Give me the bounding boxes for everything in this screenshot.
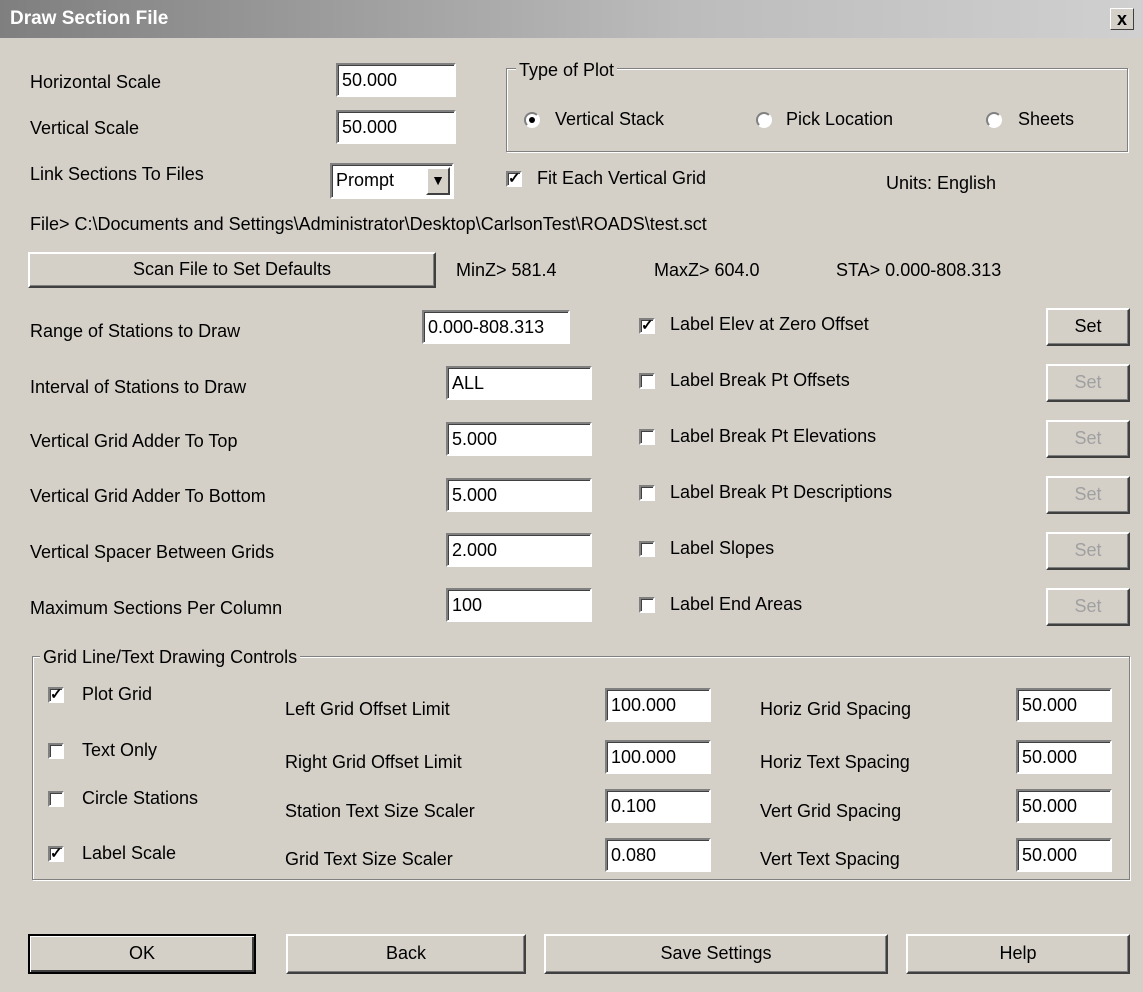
label-scale-label: Label Scale: [82, 843, 177, 863]
close-icon[interactable]: x: [1110, 8, 1134, 30]
pick-location-label: Pick Location: [786, 109, 894, 129]
set-break-offsets-button[interactable]: Set: [1046, 364, 1130, 402]
fit-grid-label: Fit Each Vertical Grid: [537, 168, 707, 188]
max-sections-input[interactable]: 100: [446, 588, 592, 622]
radio-dot-icon: [529, 117, 535, 123]
grid-text-size-label: Grid Text Size Scaler: [285, 849, 453, 869]
title-bar: Draw Section File x: [0, 0, 1143, 38]
radio-pick-location[interactable]: [756, 112, 772, 128]
label-scale-checkbox[interactable]: ✓: [48, 846, 64, 862]
station-text-size-label: Station Text Size Scaler: [285, 801, 475, 821]
max-sections-label: Maximum Sections Per Column: [30, 598, 283, 618]
chevron-down-icon[interactable]: ▼: [426, 167, 450, 195]
label-break-desc-label: Label Break Pt Descriptions: [670, 482, 893, 502]
link-sections-value: Prompt: [336, 170, 395, 190]
left-offset-input[interactable]: 100.000: [605, 688, 711, 722]
interval-stations-label: Interval of Stations to Draw: [30, 377, 247, 397]
horiz-grid-spacing-input[interactable]: 50.000: [1016, 688, 1112, 722]
spacer-input[interactable]: 2.000: [446, 533, 592, 567]
station-text-size-input[interactable]: 0.100: [605, 789, 711, 823]
vert-grid-spacing-label: Vert Grid Spacing: [760, 801, 902, 821]
label-break-elev-checkbox[interactable]: [639, 429, 655, 445]
interval-stations-input[interactable]: ALL: [446, 366, 592, 400]
minz-value: MinZ> 581.4: [456, 260, 557, 280]
horiz-text-spacing-input[interactable]: 50.000: [1016, 740, 1112, 774]
vertical-scale-label: Vertical Scale: [30, 118, 140, 138]
vertical-stack-label: Vertical Stack: [555, 109, 665, 129]
adder-top-input[interactable]: 5.000: [446, 422, 592, 456]
label-break-offsets-label: Label Break Pt Offsets: [670, 370, 850, 390]
circle-stations-label: Circle Stations: [82, 788, 199, 808]
adder-top-label: Vertical Grid Adder To Top: [30, 431, 238, 451]
range-stations-label: Range of Stations to Draw: [30, 321, 241, 341]
grid-text-size-input[interactable]: 0.080: [605, 838, 711, 872]
maxz-value: MaxZ> 604.0: [654, 260, 760, 280]
plot-grid-label: Plot Grid: [82, 684, 153, 704]
vertical-scale-input[interactable]: 50.000: [336, 110, 456, 144]
set-break-desc-button[interactable]: Set: [1046, 476, 1130, 514]
spacer-label: Vertical Spacer Between Grids: [30, 542, 275, 562]
range-stations-input[interactable]: 0.000-808.313: [422, 310, 570, 344]
grid-controls-legend: Grid Line/Text Drawing Controls: [40, 646, 301, 668]
label-end-areas-label: Label End Areas: [670, 594, 803, 614]
vert-grid-spacing-input[interactable]: 50.000: [1016, 789, 1112, 823]
vert-text-spacing-label: Vert Text Spacing: [760, 849, 900, 869]
window-title: Draw Section File: [10, 8, 169, 29]
ok-button[interactable]: OK: [28, 934, 256, 974]
plot-type-legend: Type of Plot: [516, 59, 618, 81]
adder-bottom-label: Vertical Grid Adder To Bottom: [30, 486, 266, 506]
adder-bottom-input[interactable]: 5.000: [446, 478, 592, 512]
fit-grid-checkbox[interactable]: ✓: [506, 171, 522, 187]
file-path: File> C:\Documents and Settings\Administ…: [30, 214, 707, 234]
circle-stations-checkbox[interactable]: [48, 791, 64, 807]
right-offset-label: Right Grid Offset Limit: [285, 752, 462, 772]
horizontal-scale-input[interactable]: 50.000: [336, 63, 456, 97]
label-end-areas-checkbox[interactable]: [639, 597, 655, 613]
radio-sheets[interactable]: [986, 112, 1002, 128]
link-sections-label: Link Sections To Files: [30, 164, 204, 184]
vert-text-spacing-input[interactable]: 50.000: [1016, 838, 1112, 872]
left-offset-label: Left Grid Offset Limit: [285, 699, 450, 719]
link-sections-select[interactable]: Prompt ▼: [330, 163, 454, 199]
set-elev-zero-button[interactable]: Set: [1046, 308, 1130, 346]
label-slopes-checkbox[interactable]: [639, 541, 655, 557]
set-break-elev-button[interactable]: Set: [1046, 420, 1130, 458]
set-slopes-button[interactable]: Set: [1046, 532, 1130, 570]
label-break-desc-checkbox[interactable]: [639, 485, 655, 501]
label-break-offsets-checkbox[interactable]: [639, 373, 655, 389]
horiz-text-spacing-label: Horiz Text Spacing: [760, 752, 910, 772]
sta-value: STA> 0.000-808.313: [836, 260, 1002, 280]
label-slopes-label: Label Slopes: [670, 538, 775, 558]
help-button[interactable]: Help: [906, 934, 1130, 974]
radio-vertical-stack[interactable]: [524, 112, 540, 128]
set-end-areas-button[interactable]: Set: [1046, 588, 1130, 626]
label-elev-zero-label: Label Elev at Zero Offset: [670, 314, 869, 334]
horiz-grid-spacing-label: Horiz Grid Spacing: [760, 699, 912, 719]
right-offset-input[interactable]: 100.000: [605, 740, 711, 774]
text-only-label: Text Only: [82, 740, 158, 760]
label-break-elev-label: Label Break Pt Elevations: [670, 426, 877, 446]
text-only-checkbox[interactable]: [48, 743, 64, 759]
back-button[interactable]: Back: [286, 934, 526, 974]
units-label: Units: English: [886, 173, 997, 193]
scan-file-button[interactable]: Scan File to Set Defaults: [28, 252, 436, 288]
label-elev-zero-checkbox[interactable]: ✓: [639, 318, 655, 334]
plot-grid-checkbox[interactable]: ✓: [48, 687, 64, 703]
horizontal-scale-label: Horizontal Scale: [30, 72, 162, 92]
sheets-label: Sheets: [1018, 109, 1075, 129]
save-settings-button[interactable]: Save Settings: [544, 934, 888, 974]
grid-controls-group: [32, 656, 1130, 880]
